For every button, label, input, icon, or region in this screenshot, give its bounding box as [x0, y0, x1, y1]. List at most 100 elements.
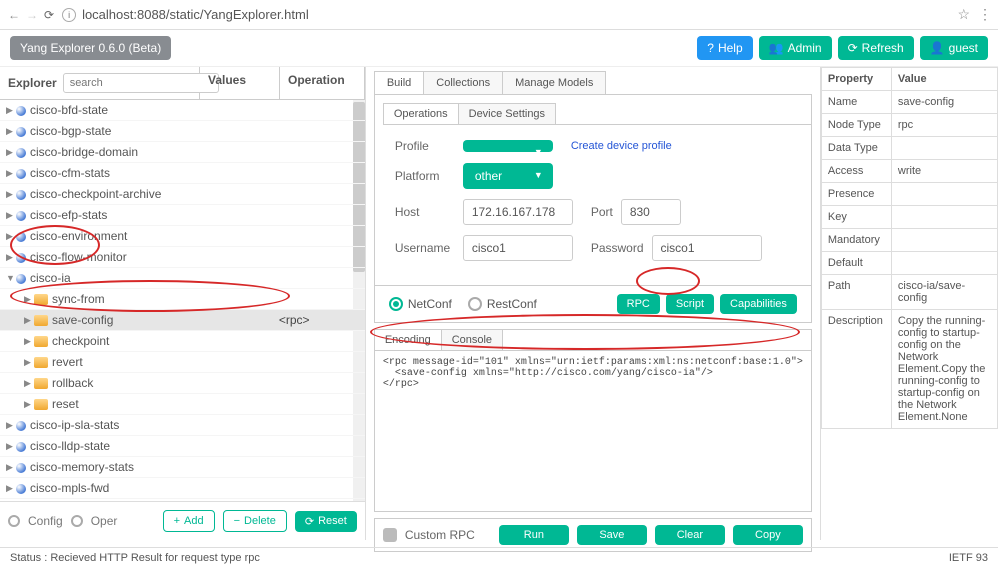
host-input[interactable] [463, 199, 573, 225]
netconf-radio[interactable] [389, 297, 403, 311]
tree-row[interactable]: ▶cisco-cfm-stats [0, 163, 365, 184]
info-icon[interactable]: i [62, 8, 76, 22]
tree-label: cisco-efp-stats [30, 208, 359, 222]
tree-toggle-icon[interactable]: ▶ [6, 483, 16, 494]
tree-row[interactable]: ▶save-config<rpc> [0, 310, 365, 331]
tree-row[interactable]: ▶ cisco-efp-stats [0, 205, 365, 226]
config-radio[interactable] [8, 515, 20, 527]
console-tab[interactable]: Console [442, 330, 503, 350]
tree-row[interactable]: ▶cisco-mpls-fwd [0, 478, 365, 499]
tree-row[interactable]: ▶cisco-bgp-state [0, 121, 365, 142]
tree-toggle-icon[interactable]: ▶ [6, 441, 16, 452]
tree-row[interactable]: ▶reset [0, 394, 365, 415]
tree-row[interactable]: ▶cisco-bfd-state [0, 100, 365, 121]
create-profile-link[interactable]: Create device profile [571, 140, 672, 152]
prop-value [891, 183, 997, 206]
clear-button[interactable]: Clear [655, 525, 725, 545]
tree-row[interactable]: ▶cisco-memory-stats [0, 457, 365, 478]
tree-row[interactable]: ▶cisco-bridge-domain [0, 142, 365, 163]
tree-row[interactable]: ▶ revert [0, 352, 365, 373]
profile-dropdown[interactable] [463, 140, 553, 152]
oper-radio[interactable] [71, 515, 83, 527]
tree-toggle-icon[interactable]: ▼ [6, 273, 16, 283]
tree-toggle-icon[interactable]: ▶ [6, 147, 16, 158]
status-left: Status : Recieved HTTP Result for reques… [10, 552, 260, 564]
capabilities-button[interactable]: Capabilities [720, 294, 797, 314]
tree-toggle-icon[interactable]: ▶ [6, 105, 16, 116]
reset-button[interactable]: ⟳ Reset [295, 511, 357, 532]
tab-collections[interactable]: Collections [423, 71, 503, 94]
back-icon[interactable]: ← [8, 8, 20, 22]
forward-icon[interactable]: → [26, 8, 38, 22]
tree-toggle-icon[interactable]: ▶ [24, 378, 34, 389]
tree-toggle-icon[interactable]: ▶ [24, 315, 34, 326]
username-input[interactable] [463, 235, 573, 261]
table-row: Namesave-config [821, 91, 997, 114]
copy-button[interactable]: Copy [733, 525, 803, 545]
add-button[interactable]: + Add [163, 510, 215, 532]
prop-value [891, 229, 997, 252]
script-button[interactable]: Script [666, 294, 714, 314]
search-input[interactable] [63, 73, 219, 93]
tree-toggle-icon[interactable]: ▶ [6, 126, 16, 137]
module-icon [16, 274, 26, 284]
tree-row[interactable]: ▶sync-from [0, 289, 365, 310]
tab-build[interactable]: Build [374, 71, 424, 94]
restconf-radio[interactable] [468, 297, 482, 311]
tree-toggle-icon[interactable]: ▶ [6, 252, 16, 263]
prop-key: Access [821, 160, 891, 183]
platform-label: Platform [395, 169, 455, 183]
admin-button[interactable]: 👥Admin [759, 36, 832, 60]
tab-operations[interactable]: Operations [383, 103, 459, 124]
model-tree[interactable]: ▶cisco-bfd-state▶cisco-bgp-state▶cisco-b… [0, 100, 365, 501]
url-bar[interactable]: i localhost:8088/static/YangExplorer.htm… [62, 7, 949, 22]
password-input[interactable] [652, 235, 762, 261]
tab-manage[interactable]: Manage Models [502, 71, 606, 94]
tree-toggle-icon[interactable]: ▶ [6, 168, 16, 179]
tree-toggle-icon[interactable]: ▶ [24, 336, 34, 347]
browser-bar: ← → ⟳ i localhost:8088/static/YangExplor… [0, 0, 998, 30]
table-row: Node Typerpc [821, 114, 997, 137]
platform-dropdown[interactable]: other [463, 163, 553, 189]
table-row: Default [821, 252, 997, 275]
tree-row[interactable]: ▶cisco-checkpoint-archive [0, 184, 365, 205]
tree-row[interactable]: ▶ rollback [0, 373, 365, 394]
tree-row[interactable]: ▶cisco-environment [0, 226, 365, 247]
tree-toggle-icon[interactable]: ▶ [6, 420, 16, 431]
tree-toggle-icon[interactable]: ▶ [24, 294, 34, 305]
tree-toggle-icon[interactable]: ▶ [6, 189, 16, 200]
tree-toggle-icon[interactable]: ▶ [24, 399, 34, 410]
bookmark-icon[interactable]: ☆ [957, 6, 970, 23]
explorer-head: Explorer Values Operation [0, 67, 365, 100]
guest-button[interactable]: 👤guest [920, 36, 988, 60]
reload-icon[interactable]: ⟳ [44, 8, 54, 22]
custom-rpc-check[interactable] [383, 528, 397, 542]
tree-row[interactable]: ▶cisco-flow-monitor [0, 247, 365, 268]
tab-device-settings[interactable]: Device Settings [458, 103, 556, 124]
tree-row[interactable]: ▶cisco-lldp-state [0, 436, 365, 457]
status-right: IETF 93 [949, 552, 988, 564]
rpc-button[interactable]: RPC [617, 294, 660, 314]
help-button[interactable]: ?Help [697, 36, 752, 60]
tree-toggle-icon[interactable]: ▶ [6, 210, 16, 221]
menu-icon[interactable]: ⋮ [978, 6, 990, 23]
code-content[interactable]: <rpc message-id="101" xmlns="urn:ietf:pa… [375, 351, 811, 511]
tree-toggle-icon[interactable]: ▶ [6, 462, 16, 473]
tree-row[interactable]: ▶cisco-ip-sla-stats [0, 415, 365, 436]
run-button[interactable]: Run [499, 525, 569, 545]
app-title-button[interactable]: Yang Explorer 0.6.0 (Beta) [10, 36, 171, 60]
prop-key: Default [821, 252, 891, 275]
delete-button[interactable]: − Delete [223, 510, 287, 532]
save-button[interactable]: Save [577, 525, 647, 545]
tree-label: revert [52, 355, 359, 369]
module-icon [16, 232, 26, 242]
tree-toggle-icon[interactable]: ▶ [24, 357, 34, 368]
tree-row[interactable]: ▶cisco-platform-software [0, 499, 365, 501]
tree-toggle-icon[interactable]: ▶ [6, 231, 16, 242]
tree-row[interactable]: ▼cisco-ia [0, 268, 365, 289]
tree-row[interactable]: ▶checkpoint [0, 331, 365, 352]
refresh-button[interactable]: ⟳Refresh [838, 36, 914, 60]
encoding-tab[interactable]: Encoding [375, 330, 442, 350]
port-input[interactable] [621, 199, 681, 225]
tree-label: rollback [52, 376, 359, 390]
